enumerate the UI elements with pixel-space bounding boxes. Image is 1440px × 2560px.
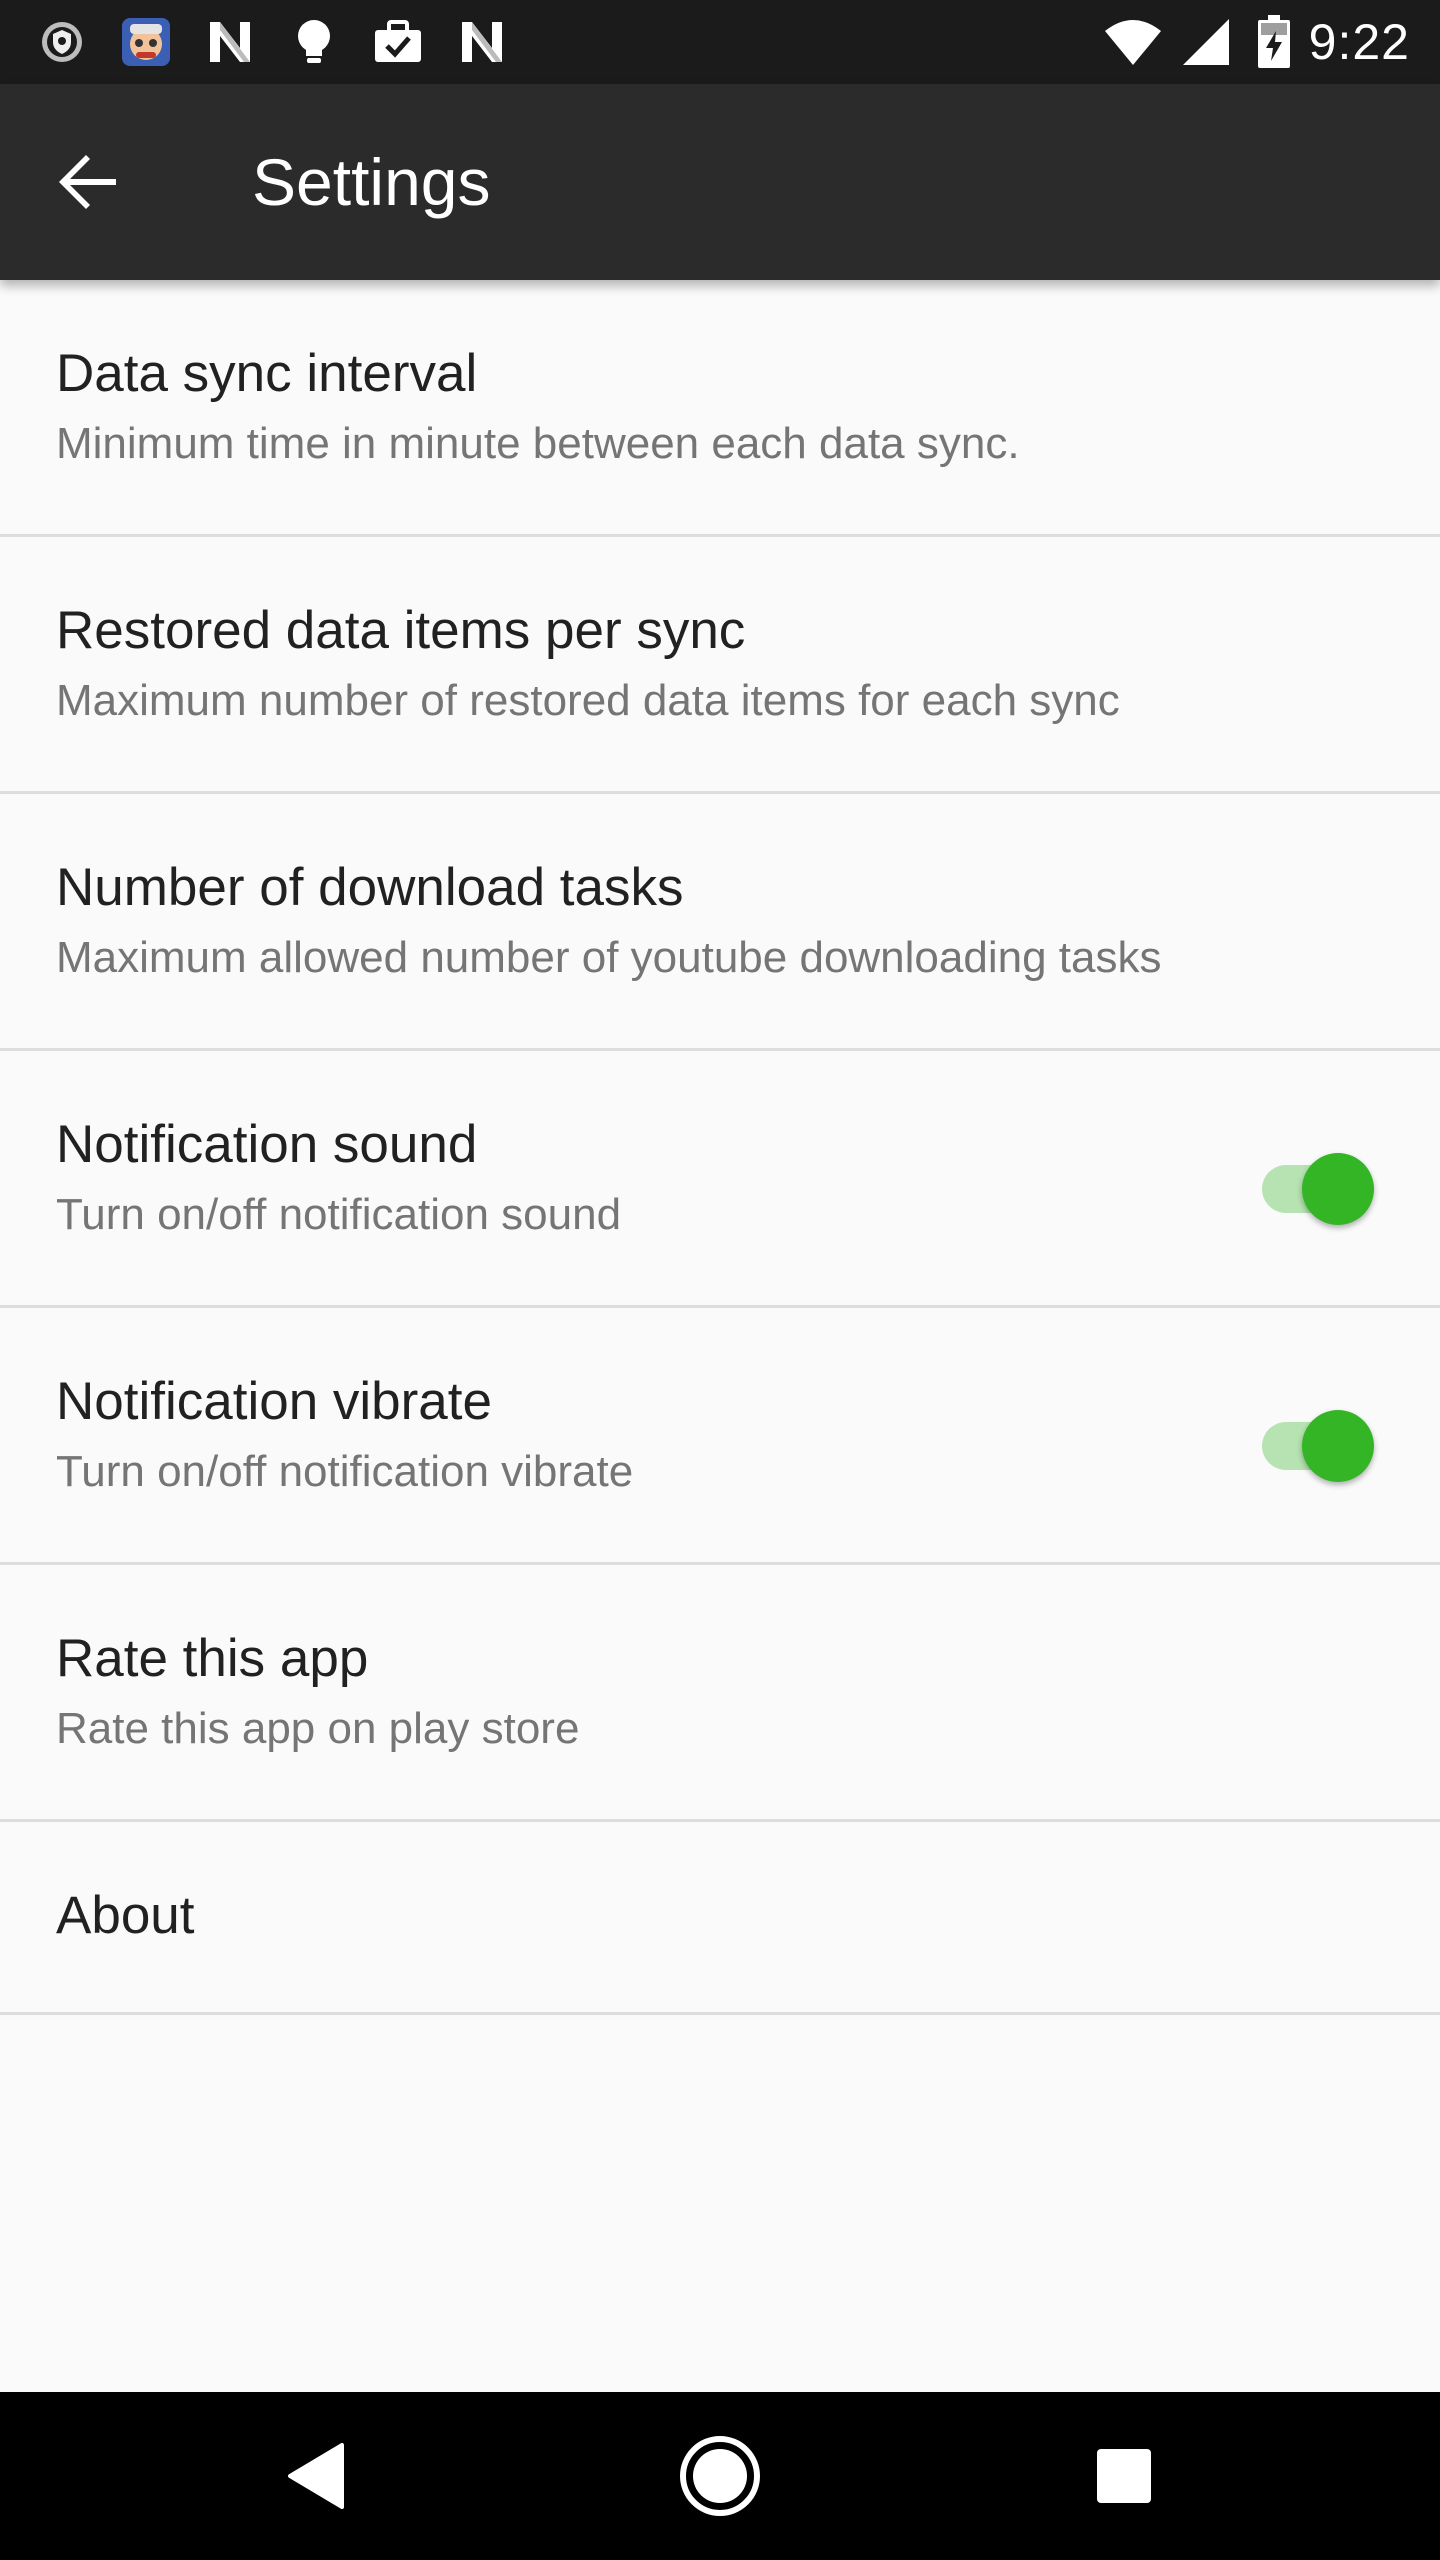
setting-subtitle: Minimum time in minute between each data… (56, 419, 1020, 468)
arrow-back-icon (56, 150, 120, 214)
nav-back-button[interactable] (266, 2426, 366, 2526)
setting-subtitle: Maximum number of restored data items fo… (56, 676, 1120, 725)
setting-notification-sound[interactable]: Notification sound Turn on/off notificat… (0, 1051, 1440, 1308)
back-button[interactable] (40, 134, 136, 230)
setting-subtitle: Turn on/off notification sound (56, 1190, 622, 1239)
n-app-icon (202, 14, 258, 70)
toggle-thumb (1302, 1410, 1374, 1482)
status-time: 9:22 (1308, 14, 1410, 70)
setting-restored-data-items[interactable]: Restored data items per sync Maximum num… (0, 537, 1440, 794)
notification-vibrate-toggle[interactable] (1254, 1400, 1374, 1482)
setting-notification-vibrate[interactable]: Notification vibrate Turn on/off notific… (0, 1308, 1440, 1565)
recents-square-icon (1094, 2446, 1154, 2506)
home-circle-icon (678, 2434, 762, 2518)
lightbulb-icon (286, 14, 342, 70)
setting-download-tasks[interactable]: Number of download tasks Maximum allowed… (0, 794, 1440, 1051)
setting-title: Rate this app (56, 1629, 369, 1688)
setting-title: Notification vibrate (56, 1372, 492, 1431)
setting-subtitle: Turn on/off notification vibrate (56, 1447, 634, 1496)
setting-rate-app[interactable]: Rate this app Rate this app on play stor… (0, 1565, 1440, 1822)
battery-charging-icon (1257, 15, 1291, 69)
back-triangle-icon (284, 2441, 348, 2511)
setting-title: Notification sound (56, 1115, 478, 1174)
setting-about[interactable]: About (0, 1822, 1440, 2015)
notification-sound-toggle[interactable] (1254, 1143, 1374, 1225)
setting-title: About (56, 1886, 195, 1945)
setting-title: Data sync interval (56, 344, 478, 403)
cellular-signal-icon (1181, 17, 1231, 67)
navigation-bar (0, 2392, 1440, 2560)
app-bar: Settings (0, 84, 1440, 280)
nav-home-button[interactable] (670, 2426, 770, 2526)
wifi-icon (1103, 17, 1163, 67)
briefcase-check-icon (370, 14, 426, 70)
setting-title: Restored data items per sync (56, 601, 746, 660)
settings-list: Data sync interval Minimum time in minut… (0, 280, 1440, 2015)
n-app-icon (454, 14, 510, 70)
nav-recents-button[interactable] (1074, 2426, 1174, 2526)
page-title: Settings (252, 145, 491, 219)
setting-data-sync-interval[interactable]: Data sync interval Minimum time in minut… (0, 280, 1440, 537)
setting-subtitle: Maximum allowed number of youtube downlo… (56, 933, 1162, 982)
setting-subtitle: Rate this app on play store (56, 1704, 580, 1753)
app-avatar-icon (118, 14, 174, 70)
vpn-shield-icon (34, 14, 90, 70)
status-bar: 9:22 (0, 0, 1440, 84)
toggle-thumb (1302, 1153, 1374, 1225)
setting-title: Number of download tasks (56, 858, 684, 917)
